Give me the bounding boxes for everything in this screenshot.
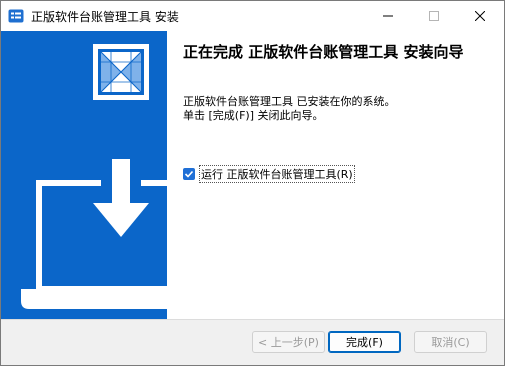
installer-app-icon bbox=[8, 8, 24, 24]
installer-window: 正版软件台账管理工具 安装 正在完成 正版软件台账管理工具 安装向导 正版软件台… bbox=[0, 0, 505, 366]
install-illustration bbox=[21, 44, 167, 309]
finish-instruction: 单击 [完成(F)] 关闭此向导。 bbox=[183, 109, 324, 122]
maximize-icon bbox=[429, 11, 439, 21]
laptop-download-icon bbox=[21, 159, 167, 309]
wizard-heading: 正在完成 正版软件台账管理工具 安装向导 bbox=[183, 43, 464, 61]
wizard-footer: < 上一步(P) 完成(F) 取消(C) bbox=[1, 319, 504, 365]
run-app-checkbox[interactable] bbox=[183, 168, 195, 180]
run-app-checkbox-row[interactable]: 运行 正版软件台账管理工具(R) bbox=[183, 165, 355, 183]
run-app-label[interactable]: 运行 正版软件台账管理工具(R) bbox=[199, 165, 355, 183]
installed-message: 正版软件台账管理工具 已安装在你的系统。 bbox=[183, 95, 396, 108]
completion-message: 正版软件台账管理工具 已安装在你的系统。 单击 [完成(F)] 关闭此向导。 bbox=[183, 95, 493, 123]
close-icon bbox=[475, 11, 485, 21]
maximize-button bbox=[411, 1, 457, 31]
minimize-icon bbox=[383, 15, 393, 17]
wizard-content: 正在完成 正版软件台账管理工具 安装向导 正版软件台账管理工具 已安装在你的系统… bbox=[167, 31, 504, 319]
product-logo-icon bbox=[93, 44, 149, 100]
back-button: < 上一步(P) bbox=[252, 331, 325, 353]
cancel-button: 取消(C) bbox=[414, 331, 487, 353]
finish-button[interactable]: 完成(F) bbox=[328, 331, 401, 353]
title-bar: 正版软件台账管理工具 安装 bbox=[1, 1, 504, 31]
close-button[interactable] bbox=[457, 1, 503, 31]
checkmark-icon bbox=[184, 170, 194, 178]
window-title: 正版软件台账管理工具 安装 bbox=[31, 10, 179, 24]
wizard-side-banner bbox=[1, 31, 167, 319]
minimize-button[interactable] bbox=[365, 1, 411, 31]
